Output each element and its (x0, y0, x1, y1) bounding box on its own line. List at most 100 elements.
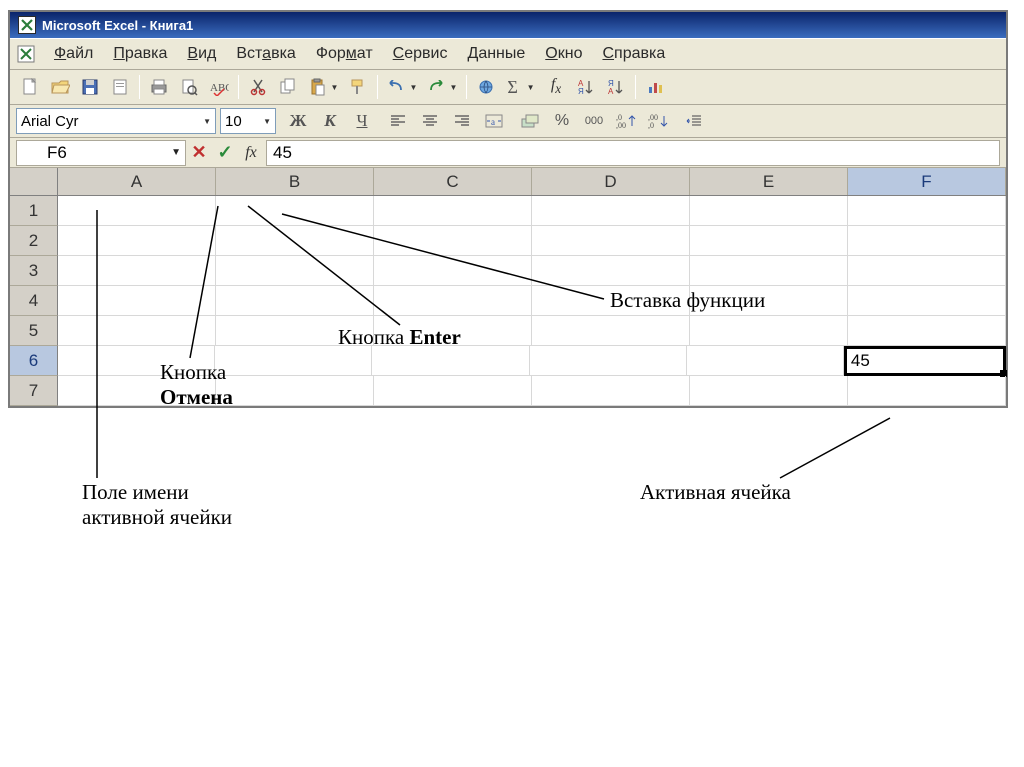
column-header-D[interactable]: D (532, 168, 690, 195)
row-header-6[interactable]: 6 (10, 346, 58, 376)
align-left-icon[interactable] (384, 108, 412, 134)
cell[interactable] (848, 226, 1006, 256)
menu-view[interactable]: Вид (185, 43, 218, 65)
column-header-B[interactable]: B (216, 168, 374, 195)
sort-asc-icon[interactable]: АЯ (572, 73, 600, 101)
cell[interactable] (690, 316, 848, 346)
paste-icon[interactable]: ▼ (304, 73, 342, 101)
autosum-icon[interactable]: Σ▼ (502, 73, 540, 101)
row-header-2[interactable]: 2 (10, 226, 58, 256)
cell[interactable] (532, 196, 690, 226)
cell[interactable] (372, 346, 529, 376)
cell[interactable] (216, 196, 374, 226)
menu-insert[interactable]: Вставка (234, 43, 297, 65)
row-header-4[interactable]: 4 (10, 286, 58, 316)
print-icon[interactable] (145, 73, 173, 101)
cancel-button[interactable]: ✕ (186, 140, 212, 166)
column-header-A[interactable]: A (58, 168, 216, 195)
cell[interactable] (216, 316, 374, 346)
redo-icon[interactable]: ▼ (423, 73, 461, 101)
cell[interactable] (58, 316, 216, 346)
comma-style-icon[interactable]: 000 (580, 108, 608, 134)
cell[interactable] (530, 346, 687, 376)
workbook-icon[interactable] (16, 44, 36, 64)
increase-decimal-icon[interactable]: ,0,00 (612, 108, 640, 134)
chevron-down-icon[interactable]: ▼ (263, 117, 271, 126)
cell[interactable] (216, 376, 374, 406)
merge-center-icon[interactable]: a (480, 108, 508, 134)
align-right-icon[interactable] (448, 108, 476, 134)
cell[interactable] (374, 316, 532, 346)
chevron-down-icon[interactable]: ▼ (410, 83, 418, 92)
open-icon[interactable] (46, 73, 74, 101)
cut-icon[interactable] (244, 73, 272, 101)
row-header-7[interactable]: 7 (10, 376, 58, 406)
cell[interactable] (374, 376, 532, 406)
cell[interactable] (848, 196, 1006, 226)
spellcheck-icon[interactable]: ABC (205, 73, 233, 101)
active-cell[interactable]: 45 (844, 346, 1006, 376)
cell[interactable] (532, 316, 690, 346)
cell[interactable] (58, 226, 216, 256)
row-header-3[interactable]: 3 (10, 256, 58, 286)
function-icon[interactable]: fx (542, 73, 570, 101)
cell[interactable] (690, 226, 848, 256)
cell[interactable] (532, 286, 690, 316)
undo-icon[interactable]: ▼ (383, 73, 421, 101)
percent-icon[interactable]: % (548, 108, 576, 134)
permissions-icon[interactable] (106, 73, 134, 101)
sort-desc-icon[interactable]: ЯА (602, 73, 630, 101)
cell[interactable] (848, 316, 1006, 346)
cell[interactable] (216, 226, 374, 256)
menu-data[interactable]: Данные (465, 43, 527, 65)
cell[interactable] (687, 346, 844, 376)
cell[interactable] (58, 346, 215, 376)
decrease-indent-icon[interactable] (680, 108, 708, 134)
underline-button[interactable]: Ч (348, 108, 376, 134)
menu-format[interactable]: Формат (314, 43, 375, 65)
cell[interactable] (215, 346, 372, 376)
name-box[interactable]: F6 ▼ (16, 140, 186, 166)
font-name-select[interactable]: Arial Cyr ▼ (16, 108, 216, 134)
cell[interactable] (374, 286, 532, 316)
cell[interactable] (848, 286, 1006, 316)
cell[interactable] (532, 256, 690, 286)
menu-edit[interactable]: Правка (111, 43, 169, 65)
cell[interactable] (58, 256, 216, 286)
cell[interactable] (58, 196, 216, 226)
cell[interactable] (690, 196, 848, 226)
cell[interactable] (374, 196, 532, 226)
formula-input[interactable]: 45 (266, 140, 1000, 166)
chevron-down-icon[interactable]: ▼ (527, 83, 535, 92)
new-doc-icon[interactable] (16, 73, 44, 101)
row-header-1[interactable]: 1 (10, 196, 58, 226)
decrease-decimal-icon[interactable]: ,00,0 (644, 108, 672, 134)
column-header-F[interactable]: F (848, 168, 1006, 195)
cell[interactable] (532, 376, 690, 406)
menu-file[interactable]: Файл (52, 43, 95, 65)
cell[interactable] (374, 226, 532, 256)
cell[interactable] (58, 376, 216, 406)
chevron-down-icon[interactable]: ▼ (171, 147, 181, 158)
currency-icon[interactable] (516, 108, 544, 134)
cell[interactable] (690, 376, 848, 406)
worksheet-grid[interactable]: A B C D E F 1 2 3 4 5 645 7 (10, 168, 1006, 406)
chevron-down-icon[interactable]: ▼ (203, 117, 211, 126)
column-header-C[interactable]: C (374, 168, 532, 195)
cell[interactable] (690, 286, 848, 316)
align-center-icon[interactable] (416, 108, 444, 134)
menu-service[interactable]: Сервис (391, 43, 450, 65)
font-size-select[interactable]: 10 ▼ (220, 108, 276, 134)
menu-help[interactable]: Справка (600, 43, 667, 65)
menu-window[interactable]: Окно (543, 43, 584, 65)
chart-icon[interactable] (641, 73, 669, 101)
cell[interactable] (532, 226, 690, 256)
cell[interactable] (848, 376, 1006, 406)
cell[interactable] (216, 286, 374, 316)
bold-button[interactable]: Ж (284, 108, 312, 134)
select-all-corner[interactable] (10, 168, 58, 195)
cell[interactable] (374, 256, 532, 286)
enter-button[interactable]: ✓ (212, 140, 238, 166)
print-preview-icon[interactable] (175, 73, 203, 101)
insert-function-button[interactable]: fx (238, 140, 264, 166)
